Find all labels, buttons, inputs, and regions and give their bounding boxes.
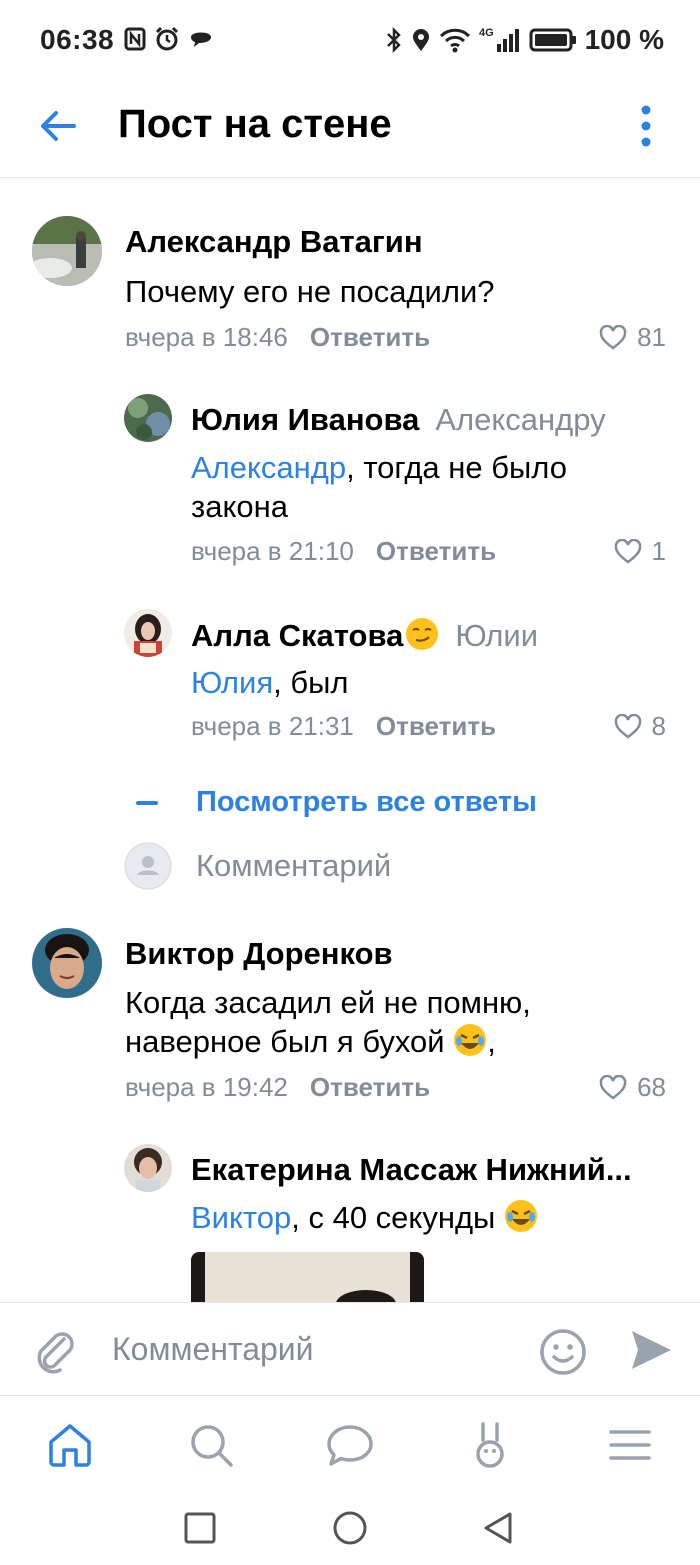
attached-photo[interactable] xyxy=(191,1252,424,1302)
messages-icon[interactable] xyxy=(325,1420,375,1470)
like-button[interactable]: 1 xyxy=(614,536,666,567)
reply-to-label: Александру xyxy=(435,402,606,437)
comment-author[interactable]: Юлия Иванова xyxy=(191,402,419,437)
like-button[interactable]: 68 xyxy=(599,1072,666,1103)
back-triangle-icon[interactable] xyxy=(480,1510,516,1546)
like-button[interactable]: 8 xyxy=(614,711,666,742)
comments-list: Александр Ватагин Почему его не посадили… xyxy=(0,178,700,1302)
show-all-replies-button[interactable]: Посмотреть все ответы xyxy=(136,786,537,819)
mention-link[interactable]: Александр xyxy=(191,450,346,485)
smirk-emoji-icon xyxy=(406,618,439,650)
comment: Виктор Доренков Когда засадил ей не помн… xyxy=(0,928,700,1128)
comment-text: Когда засадил ей не помню, наверное был … xyxy=(125,985,531,1059)
heart-icon xyxy=(614,713,641,739)
mention-link[interactable]: Виктор xyxy=(191,1200,291,1235)
comment-time: вчера в 21:31 xyxy=(191,711,354,741)
back-arrow-icon[interactable] xyxy=(36,104,80,148)
comment-reply: Юлия Иванова Александру Александр, тогда … xyxy=(0,388,700,578)
menu-icon[interactable] xyxy=(605,1420,655,1470)
like-count: 68 xyxy=(637,1072,666,1102)
heart-icon xyxy=(599,1074,627,1100)
reply-button[interactable]: Ответить xyxy=(376,711,496,741)
clips-bunny-icon[interactable] xyxy=(465,1420,515,1470)
mention-link[interactable]: Юлия xyxy=(191,665,273,700)
avatar[interactable] xyxy=(124,394,172,442)
comment-text: Александр, тогда не было закона xyxy=(191,450,567,524)
collapse-dash-icon xyxy=(136,800,158,805)
like-count: 8 xyxy=(651,711,666,741)
recent-apps-square-icon[interactable] xyxy=(182,1510,218,1546)
show-all-replies-label: Посмотреть все ответы xyxy=(196,786,537,818)
comment-author[interactable]: Екатерина Массаж Нижний... xyxy=(191,1152,651,1188)
comment-author[interactable]: Виктор Доренков xyxy=(125,936,393,972)
avatar[interactable] xyxy=(124,1144,172,1192)
comment-time: вчера в 19:42 xyxy=(125,1072,288,1102)
like-count: 81 xyxy=(637,322,666,352)
heart-icon xyxy=(599,324,627,350)
reply-button[interactable]: Ответить xyxy=(310,322,430,352)
comment-reply: Алла Скатова Юлии Юлия, был вчера в 21:31… xyxy=(0,603,700,763)
page-title: Пост на стене xyxy=(118,102,392,146)
comment-time: вчера в 21:10 xyxy=(191,536,354,566)
battery-icon xyxy=(529,28,576,52)
bluetooth-icon xyxy=(386,26,401,54)
comment-author[interactable]: Алла Скатова xyxy=(191,618,403,653)
reply-comment-placeholder: Комментарий xyxy=(196,848,392,883)
avatar[interactable] xyxy=(124,609,172,657)
signal-4g-icon: 4G xyxy=(479,27,519,52)
status-bar: 06:38 4G 100 % xyxy=(0,0,700,80)
avatar[interactable] xyxy=(32,928,102,998)
home-icon[interactable] xyxy=(45,1420,95,1470)
reply-comment-field[interactable]: Комментарий xyxy=(124,842,391,890)
comment-input[interactable]: Комментарий xyxy=(112,1331,314,1368)
location-icon xyxy=(412,29,429,51)
system-navigation-bar xyxy=(0,1490,700,1565)
reply-button[interactable]: Ответить xyxy=(376,536,496,566)
comment-composer: Комментарий xyxy=(0,1302,700,1396)
reply-button[interactable]: Ответить xyxy=(310,1072,430,1102)
comment-author[interactable]: Александр Ватагин xyxy=(125,224,423,260)
search-icon[interactable] xyxy=(186,1420,236,1470)
comment-text: Виктор, с 40 секунды xyxy=(191,1198,631,1237)
comment-text: Юлия, был xyxy=(191,665,349,700)
rofl-emoji-icon xyxy=(454,1024,487,1056)
comment-text: Почему его не посадили? xyxy=(125,274,495,309)
heart-icon xyxy=(614,538,641,564)
send-icon[interactable] xyxy=(628,1327,674,1373)
top-app-bar: Пост на стене xyxy=(0,80,700,178)
more-options-icon[interactable] xyxy=(638,104,654,148)
nfc-icon xyxy=(124,27,146,51)
comment-time: вчера в 18:46 xyxy=(125,322,288,352)
comment: Александр Ватагин Почему его не посадили… xyxy=(0,178,700,378)
svg-text:4G: 4G xyxy=(479,27,494,39)
avatar[interactable] xyxy=(32,216,102,286)
user-avatar-placeholder-icon xyxy=(124,842,172,890)
chat-bubble-icon xyxy=(191,32,211,47)
bottom-navigation xyxy=(0,1396,700,1490)
battery-level: 100 % xyxy=(584,24,664,55)
status-time: 06:38 xyxy=(40,24,115,55)
home-circle-icon[interactable] xyxy=(332,1510,368,1546)
like-button[interactable]: 81 xyxy=(599,322,666,353)
rofl-emoji-icon xyxy=(504,1200,537,1232)
like-count: 1 xyxy=(651,536,666,566)
reply-to-label: Юлии xyxy=(455,618,539,653)
alarm-icon xyxy=(155,26,179,51)
comment-reply: Екатерина Массаж Нижний... Виктор, с 40 … xyxy=(0,1142,700,1302)
wifi-icon xyxy=(439,28,470,53)
emoji-smile-icon[interactable] xyxy=(538,1327,588,1377)
paperclip-icon[interactable] xyxy=(30,1325,80,1375)
